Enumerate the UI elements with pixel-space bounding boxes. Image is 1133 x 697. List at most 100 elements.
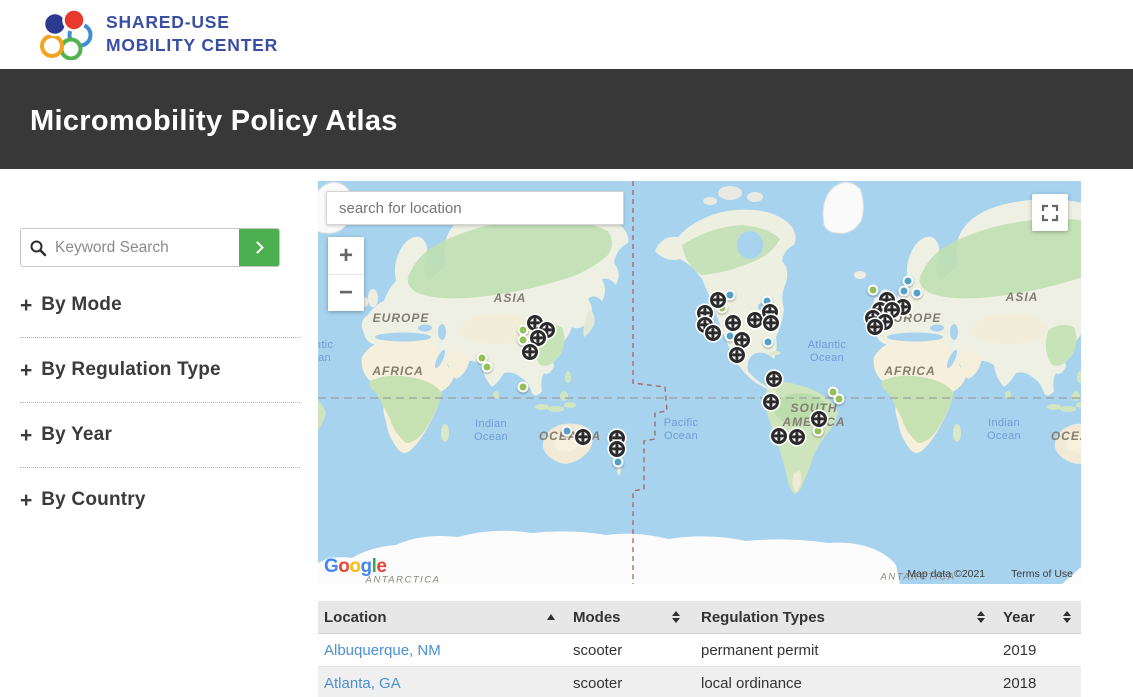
brand-line1: SHARED-USE [106,12,278,34]
sumc-logo-icon [38,8,96,60]
map-cluster-marker[interactable] [734,332,750,348]
map-cluster-marker[interactable] [867,319,883,335]
map-dot-marker-green[interactable] [518,382,529,393]
plus-icon: + [20,360,32,381]
map-dot-marker-green[interactable] [482,362,493,373]
map-cluster-marker[interactable] [747,312,763,328]
location-link[interactable]: Albuquerque, NM [324,642,441,659]
map-cluster-marker[interactable] [575,429,591,445]
keyword-search [20,228,280,267]
filter-label: By Year [41,424,112,446]
column-header-year[interactable]: Year [995,601,1081,633]
filter-label: By Mode [41,294,122,316]
brand-logo[interactable]: SHARED-USE MOBILITY CENTER [38,8,278,60]
plus-icon: + [20,490,32,511]
filter-sidebar: + By Mode + By Regulation Type +By Year + By C… [20,228,300,532]
cell-location: Atlanta, GA [318,675,565,692]
zoom-out-button[interactable]: − [328,274,364,311]
table-body: Albuquerque, NM scooterpermanent permit20… [318,634,1081,697]
map-cluster-marker[interactable] [811,411,827,427]
map-data-copyright: Map data ©2021 [907,568,985,580]
triangle-up [1063,611,1071,616]
sort-icon[interactable] [1063,611,1071,624]
map-dot-marker-blue[interactable] [562,426,573,437]
google-logo-letter: o [349,556,360,577]
filter-item-year[interactable]: +By Year [20,403,300,468]
filter-label: By Country [41,489,145,511]
world-basemap [318,181,1081,584]
filter-item-regulation-type[interactable]: + By Regulation Type [20,338,300,403]
table-header-row: Location Modes Regulation Types Year [318,601,1081,634]
table-row: Albuquerque, NMscooterpermanent permit20… [318,634,1081,667]
cell-regulation_types: local ordinance [690,675,995,692]
filter-label: By Regulation Type [41,359,221,381]
map-dot-marker-blue[interactable] [725,290,736,301]
column-header-label: Year [995,609,1035,626]
column-header-label: Modes [565,609,621,626]
google-logo-letter: e [376,556,386,577]
map-location-search-input[interactable] [326,191,624,225]
google-logo-letter: g [361,556,372,577]
site-header: SHARED-USE MOBILITY CENTER [0,0,1133,69]
map-dot-marker-green[interactable] [868,285,879,296]
google-logo[interactable]: Google [324,556,386,578]
sort-icon[interactable] [977,611,985,624]
cell-location: Albuquerque, NM [318,642,565,659]
map-cluster-marker[interactable] [763,394,779,410]
sort-icon[interactable] [672,611,680,624]
triangle-up [977,611,985,616]
google-logo-letter: o [338,556,349,577]
map-dot-marker-green[interactable] [813,426,824,437]
terms-of-use-link[interactable]: Terms of Use [1011,568,1073,580]
filter-item-mode[interactable]: + By Mode [20,273,300,338]
google-logo-letter: G [324,556,338,577]
page-banner: Micromobility Policy Atlas [0,69,1133,169]
map-dot-marker-blue[interactable] [613,457,624,468]
triangle-up [672,611,680,616]
map-cluster-marker[interactable] [789,429,805,445]
column-header-location[interactable]: Location [318,601,565,633]
map-dot-marker-green[interactable] [834,394,845,405]
policy-map[interactable]: EUROPEAFRICAASIAAtlantic OceanIndian Oce… [318,181,1081,584]
triangle-down [1063,618,1071,623]
cell-year: 2018 [995,675,1081,692]
map-cluster-marker[interactable] [705,325,721,341]
search-icon [21,229,55,266]
cell-modes: scooter [565,642,690,659]
keyword-search-input[interactable] [55,229,239,266]
cell-modes: scooter [565,675,690,692]
keyword-search-button[interactable] [239,229,279,266]
column-header-modes[interactable]: Modes [565,601,690,633]
map-attribution: Map data ©2021 Terms of Use [907,568,1073,580]
filter-item-country[interactable]: + By Country [20,468,300,532]
column-header-regulation-types[interactable]: Regulation Types [690,601,995,633]
column-header-label: Regulation Types [690,609,825,626]
column-header-label: Location [318,609,387,626]
chevron-right-icon [251,241,264,254]
triangle-up [547,614,555,620]
map-dot-marker-blue[interactable] [763,337,774,348]
location-link[interactable]: Atlanta, GA [324,675,401,692]
plus-icon: + [20,295,32,316]
map-cluster-marker[interactable] [763,315,779,331]
triangle-down [672,618,680,623]
map-cluster-marker[interactable] [522,344,538,360]
map-cluster-marker[interactable] [609,441,625,457]
map-dot-marker-blue[interactable] [899,286,910,297]
map-cluster-marker[interactable] [771,428,787,444]
sort-asc-icon[interactable] [547,614,555,620]
brand-line2: MOBILITY CENTER [106,35,278,57]
page: SHARED-USE MOBILITY CENTER Micromobility… [0,0,1133,697]
map-cluster-marker[interactable] [766,371,782,387]
policy-table: Location Modes Regulation Types Year Albuqu… [318,601,1081,697]
cell-regulation_types: permanent permit [690,642,995,659]
map-cluster-marker[interactable] [725,315,741,331]
map-cluster-marker[interactable] [729,347,745,363]
map-dot-marker-blue[interactable] [912,288,923,299]
map-zoom-control: + − [328,237,364,311]
fullscreen-button[interactable] [1032,194,1068,231]
map-cluster-marker[interactable] [710,292,726,308]
zoom-in-button[interactable]: + [328,237,364,274]
table-row: Atlanta, GA scooterlocal ordinance2018 [318,667,1081,697]
triangle-down [977,618,985,623]
